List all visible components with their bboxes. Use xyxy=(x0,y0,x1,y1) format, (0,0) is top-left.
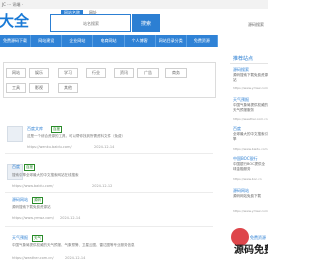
search-input[interactable] xyxy=(51,15,105,31)
list-item-title[interactable]: 百度文库 xyxy=(27,126,43,132)
sidebar-item-url[interactable]: https://www.baidu.com xyxy=(233,147,268,151)
sidebar-item-text: 中国银行BOC提供全球金融服务 xyxy=(233,162,266,171)
status-badge: 源码 xyxy=(32,197,43,204)
sidebar-item-text: 中国气象局提供权威的天气预报服务 xyxy=(233,103,268,112)
sidebar-item-text: 全球最大的中文搜索引擎 xyxy=(233,132,268,141)
site-logo[interactable]: 大全 xyxy=(0,10,29,31)
tag-item[interactable]: 娱乐 xyxy=(29,68,49,78)
status-badge: 百度 xyxy=(24,164,35,171)
list-item-desc: 源码搜索下载免费资源站 xyxy=(12,205,51,209)
divider xyxy=(5,153,213,154)
tag-item[interactable]: 行业 xyxy=(86,68,106,78)
tag-item[interactable]: 资讯 xyxy=(114,68,134,78)
list-item-date: 2024-12-12 xyxy=(92,184,113,188)
list-item-date: 2024-12-14 xyxy=(60,216,81,220)
nav-item-build[interactable]: 网站建设 xyxy=(31,35,63,47)
sidebar-divider xyxy=(230,63,268,64)
status-badge: 天气 xyxy=(32,235,43,242)
tag-item[interactable]: 商务 xyxy=(165,68,187,78)
list-item-url[interactable]: https://wenku.baidu.com/ xyxy=(27,145,72,149)
list-item-desc: 这是一个综合资源的工具，可以帮你找到所需资料文件（免费） xyxy=(27,134,125,138)
tag-item[interactable]: 影视 xyxy=(29,83,49,93)
sidebar-item-text: 源码搜索下载免费资源站 xyxy=(233,73,268,82)
sidebar-item-url[interactable]: https://weather.com.cn xyxy=(233,117,268,121)
top-bar: JC ··· 讯端 · xyxy=(0,0,268,9)
top-bar-text: JC ··· 讯端 · xyxy=(2,2,23,7)
sidebar-item-url[interactable]: https://www.boc.cn xyxy=(233,177,262,181)
search-button[interactable]: 搜索 xyxy=(132,14,160,32)
divider xyxy=(5,192,213,193)
list-item-title[interactable]: 天气预报 xyxy=(12,235,28,241)
list-item-date: 2024-12-14 xyxy=(94,145,115,149)
sidebar-item-text: 源码网站免费下载 xyxy=(233,194,261,198)
top-right-link[interactable]: 源码搜索 xyxy=(248,22,264,28)
tag-item[interactable]: 其他 xyxy=(58,83,78,93)
watermark-sub: 免费资源 xyxy=(250,234,266,240)
list-item-date: 2024-12-14 xyxy=(65,256,86,260)
status-badge: 百度 xyxy=(51,126,62,133)
category-panel: 网站 娱乐 学习 行业 资讯 广告 商务 工具 影视 其他 xyxy=(3,62,216,98)
nav-item-ecommerce[interactable]: 电商网站 xyxy=(93,35,125,47)
nav-item-enterprise[interactable]: 企业网站 xyxy=(62,35,94,47)
list-item-url[interactable]: https://www.ymwz.com/ xyxy=(12,216,54,220)
site-thumbnail[interactable] xyxy=(7,126,23,142)
nav-item-free[interactable]: 免费资源 xyxy=(187,35,218,47)
list-item-desc: 搜索引擎全球最大的中文搜索网站在线搜索 xyxy=(12,173,79,177)
divider xyxy=(5,226,213,227)
tag-item[interactable]: 广告 xyxy=(137,68,159,78)
list-item-desc: 中国气象局提供权威的天气预报、气象预警、卫星云图、雷达图等专业服务信息 xyxy=(12,243,135,247)
list-item-url[interactable]: https://www.baidu.com/ xyxy=(12,184,53,188)
main-nav: 免费源码下载 网站建设 企业网站 电商网站 个人博客 网站目录分类 免费资源 xyxy=(0,35,218,47)
sidebar-item-url[interactable]: https://www.ymwz.com xyxy=(233,209,268,213)
tag-item[interactable]: 网站 xyxy=(6,68,26,78)
nav-item-blog[interactable]: 个人博客 xyxy=(125,35,156,47)
sidebar-item-url[interactable]: https://www.ymwz.com xyxy=(233,86,268,90)
nav-item-download[interactable]: 免费源码下载 xyxy=(0,35,32,47)
list-item-title[interactable]: 百度 xyxy=(12,164,20,170)
watermark-graphic: 源码免费 免费资源 xyxy=(231,228,274,256)
tag-item[interactable]: 学习 xyxy=(58,68,78,78)
list-item-url[interactable]: https://weather.com.cn/ xyxy=(12,256,54,260)
tag-item[interactable]: 工具 xyxy=(6,83,26,93)
nav-item-directory[interactable]: 网站目录分类 xyxy=(156,35,187,47)
watermark-text: 源码免费 xyxy=(234,243,268,256)
search-box xyxy=(50,14,131,32)
sidebar-title: 推荐站点 xyxy=(233,56,254,62)
list-item-title[interactable]: 源码网站 xyxy=(12,197,28,203)
watermark-logo: 源码免费 免费资源 xyxy=(230,225,274,269)
